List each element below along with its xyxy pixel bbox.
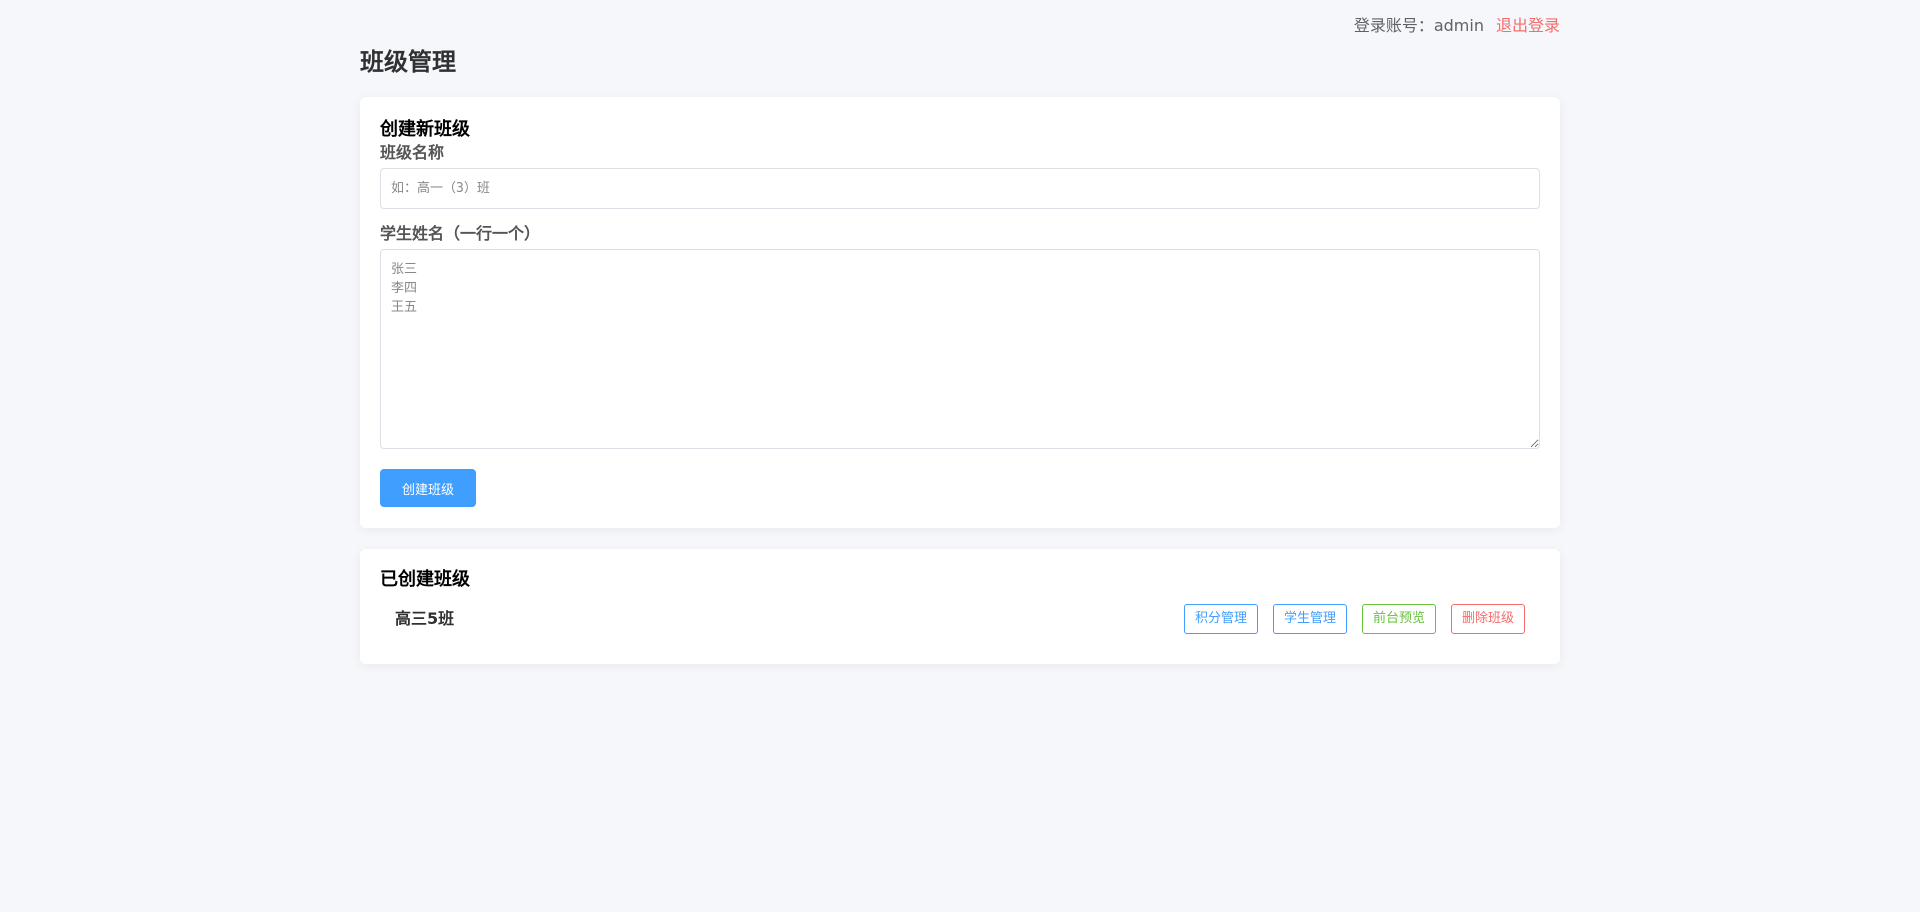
class-list-card: 已创建班级 高三5班 积分管理 学生管理 前台预览 删除班级 <box>360 549 1560 664</box>
students-textarea[interactable] <box>380 249 1540 449</box>
page-title: 班级管理 <box>360 48 456 76</box>
class-name-label: 班级名称 <box>380 143 445 162</box>
create-class-title: 创建新班级 <box>380 119 470 140</box>
students-label: 学生姓名（一行一个） <box>380 224 541 243</box>
class-row: 高三5班 积分管理 学生管理 前台预览 删除班级 <box>380 603 1540 635</box>
account-label: 登录账号：admin <box>1353 16 1484 35</box>
class-list-title: 已创建班级 <box>380 569 470 590</box>
class-name: 高三5班 <box>395 609 455 628</box>
create-class-card: 创建新班级 班级名称 学生姓名（一行一个） 创建班级 <box>360 97 1560 528</box>
frontend-preview-button[interactable]: 前台预览 <box>1361 604 1436 634</box>
class-actions: 积分管理 学生管理 前台预览 删除班级 <box>1183 604 1525 634</box>
points-management-button[interactable]: 积分管理 <box>1183 604 1258 634</box>
student-management-button[interactable]: 学生管理 <box>1272 604 1347 634</box>
logout-link[interactable]: 退出登录 <box>1496 16 1560 35</box>
delete-class-button[interactable]: 删除班级 <box>1450 604 1525 634</box>
create-class-button[interactable]: 创建班级 <box>380 469 476 507</box>
class-name-input[interactable] <box>380 168 1540 209</box>
account-bar: 登录账号：admin 退出登录 <box>1354 16 1560 36</box>
